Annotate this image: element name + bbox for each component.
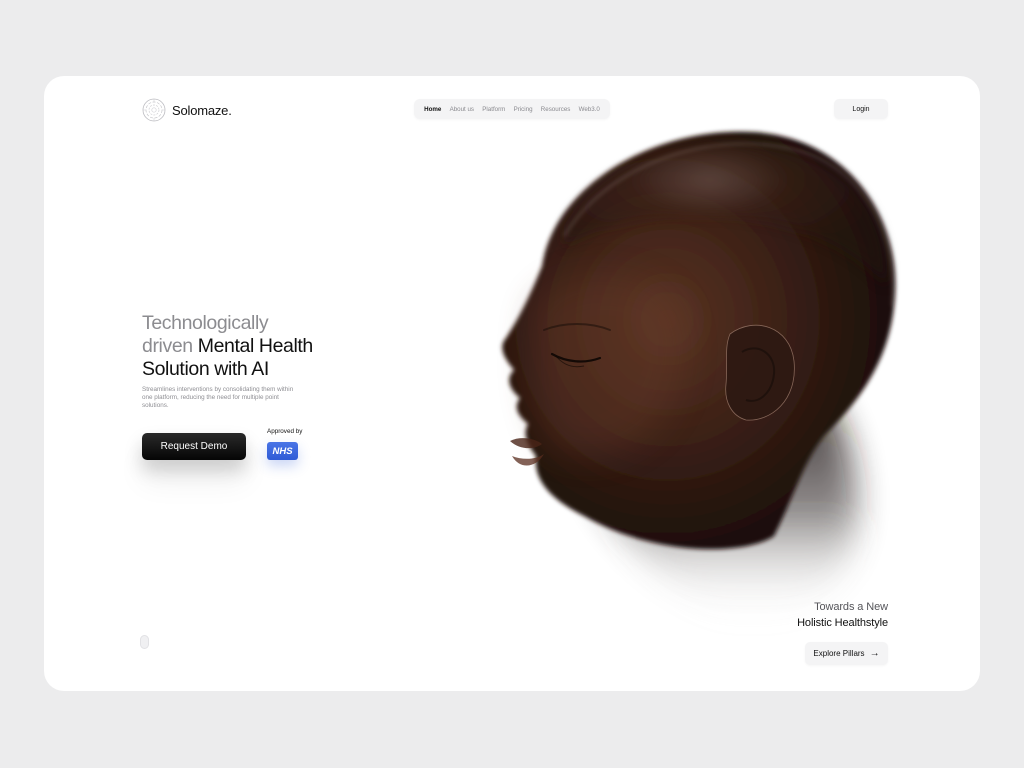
headline-line-1: Technologically — [142, 312, 269, 334]
hero-subtext: Streamlines interventions by consolidati… — [142, 386, 294, 409]
brand-logo[interactable]: Solomaze. — [142, 98, 232, 122]
nav-item-resources[interactable]: Resources — [541, 106, 571, 113]
headline-line-2-muted: driven — [142, 335, 193, 357]
nav-item-web3[interactable]: Web3.0 — [579, 106, 600, 113]
feature-tagline: Towards a New Holistic Healthstyle — [797, 599, 888, 631]
brand-name: Solomaze. — [172, 102, 232, 118]
tagline-line-2: Holistic Healthstyle — [797, 617, 888, 629]
nav-item-home[interactable]: Home — [424, 106, 441, 113]
scroll-indicator[interactable] — [140, 635, 149, 649]
headline-line-3: Solution with AI — [142, 358, 269, 380]
head-profile-illustration — [502, 131, 896, 621]
explore-pillars-label: Explore Pillars — [813, 649, 865, 658]
arrow-right-icon: → — [869, 647, 880, 659]
headline-line-2-dark: Mental Health — [197, 335, 314, 357]
nav-item-about-us[interactable]: About us — [450, 106, 474, 113]
request-demo-button[interactable]: Request Demo — [142, 433, 246, 460]
approved-by-label: Approved by — [267, 428, 303, 435]
nav-item-platform[interactable]: Platform — [482, 106, 505, 113]
tagline-line-1: Towards a New — [814, 601, 888, 613]
hero-headline: Technologically driven Mental Health Sol… — [142, 312, 352, 381]
nhs-badge: NHS — [267, 442, 298, 460]
explore-pillars-button[interactable]: Explore Pillars → — [805, 642, 888, 665]
hero-card: Solomaze. Home About us Platform Pricing… — [44, 76, 980, 691]
circular-maze-icon — [142, 98, 166, 122]
nav-item-pricing[interactable]: Pricing — [514, 106, 533, 113]
